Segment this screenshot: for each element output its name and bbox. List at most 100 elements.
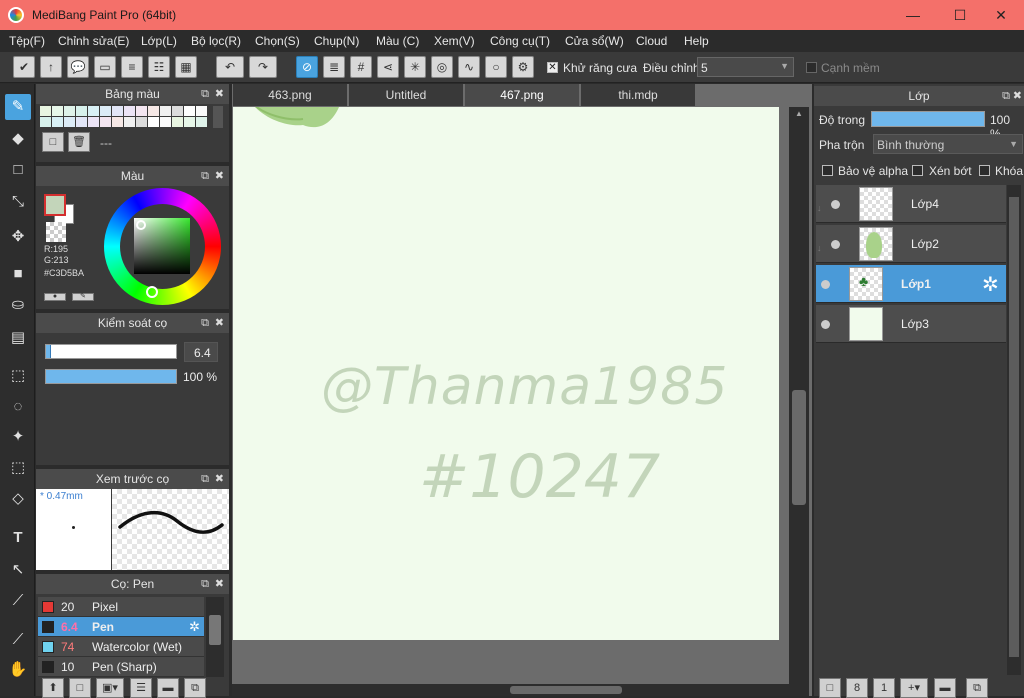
palette-swatch[interactable] [136,106,147,116]
layer-row-active[interactable]: ♣ Lớp1 ✲ [816,265,1006,303]
snap-off-icon[interactable]: ⊘ [296,56,318,78]
palette-swatch[interactable] [88,117,99,127]
palette-swatch[interactable] [76,117,87,127]
eye-icon[interactable] [821,320,830,329]
brush-item-pen[interactable]: 6.4 Pen ✲ [38,617,204,637]
soft-edge-checkbox[interactable] [806,62,817,73]
radial-snap-icon[interactable]: ✳ [404,56,426,78]
grid-snap-icon[interactable]: # [350,56,372,78]
layer-list-scrollbar[interactable] [1007,185,1021,675]
brush-item-pen-sharp[interactable]: 10 Pen (Sharp) [38,657,204,677]
dot-brush-tool-icon[interactable]: ⤡ [5,189,31,215]
settings-icon[interactable]: ⚙ [512,56,534,78]
document-icon[interactable]: ≡ [121,56,143,78]
palette-swatch[interactable] [76,106,87,116]
layer-row[interactable]: Lớp3 [816,305,1006,343]
menu-filter[interactable]: Bộ lọc(R) [191,34,241,48]
palette-swatch[interactable] [124,106,135,116]
new-8bit-layer-icon[interactable]: 8 [846,678,868,698]
checklist-icon[interactable]: ☷ [148,56,170,78]
palette-swatch[interactable] [64,106,75,116]
palette-swatch[interactable] [52,117,63,127]
protect-alpha-checkbox[interactable] [822,165,833,176]
palette-swatch[interactable] [148,117,159,127]
gear-icon[interactable]: ✲ [982,272,999,297]
tab-untitled[interactable]: Untitled [349,84,463,106]
eye-icon[interactable] [821,280,830,289]
new-1bit-layer-icon[interactable]: 1 [873,678,895,698]
clipping-checkbox[interactable] [912,165,923,176]
sv-cursor[interactable] [136,220,146,230]
chat-icon[interactable]: ▭ [94,56,116,78]
select-pen-tool-icon[interactable]: ⬚ [5,455,31,481]
palette-swatch[interactable] [172,106,183,116]
hue-wheel[interactable] [104,188,221,305]
popout-icon[interactable]: ⧉ [1002,86,1010,106]
close-icon[interactable]: ✖ [215,166,224,186]
text-tool-icon[interactable]: T [5,525,31,551]
palette-swatch[interactable] [160,117,171,127]
parallel-snap-icon[interactable]: ≣ [323,56,345,78]
layer-row[interactable]: ↓ Lớp4 [816,185,1006,223]
popout-icon[interactable]: ⧉ [201,313,209,333]
move-tool-icon[interactable]: ✥ [5,224,31,250]
palette-swatches[interactable] [40,106,210,128]
comment-icon[interactable]: 💬 [67,56,89,78]
brush-list-scrollbar[interactable] [206,597,224,677]
canvas-vertical-scrollbar[interactable]: ▲ [789,107,809,696]
divide-tool-icon[interactable]: ⟋ [5,588,31,614]
palette-swatch[interactable] [196,106,207,116]
new-layer-icon[interactable]: □ [819,678,841,698]
foreground-color-swatch[interactable] [44,194,66,216]
palette-swatch[interactable] [148,106,159,116]
brush-menu-icon[interactable]: ▣▾ [96,678,124,698]
trash-icon[interactable]: 🗑 [68,132,90,152]
undo-icon[interactable]: ↶ [216,56,244,78]
menu-select[interactable]: Chọn(S) [255,34,300,48]
palette-swatch[interactable] [136,117,147,127]
palette-swatch[interactable] [100,106,111,116]
palette-swatch[interactable] [52,106,63,116]
eye-icon[interactable] [831,240,840,249]
palette-swatch[interactable] [124,117,135,127]
tab-thi[interactable]: thi.mdp [581,84,695,106]
color-eyedrop-button[interactable]: ✎ [72,293,94,301]
rectangle-tool-icon[interactable]: □ [5,157,31,183]
blend-mode-select[interactable]: Bình thường ▼ [873,134,1023,154]
palette-swatch[interactable] [100,117,111,127]
popout-icon[interactable]: ⧉ [201,166,209,186]
antialias-checkbox[interactable]: ✕ [547,62,558,73]
document-canvas[interactable]: @Thanma1985 #10247 [233,107,779,640]
add-brush-icon[interactable]: ⬆ [42,678,64,698]
close-icon[interactable]: ✖ [215,574,224,594]
menu-file[interactable]: Tệp(F) [9,34,45,48]
palette-swatch[interactable] [112,117,123,127]
palette-swatch[interactable] [160,106,171,116]
magic-wand-tool-icon[interactable]: ✦ [5,424,31,450]
curve-snap-icon[interactable]: ∿ [458,56,480,78]
menu-tools[interactable]: Công cụ(T) [490,34,550,48]
menu-cloud[interactable]: Cloud [636,34,667,48]
popout-icon[interactable]: ⧉ [201,84,209,104]
palette-swatch[interactable] [88,106,99,116]
lock-checkbox[interactable] [979,165,990,176]
duplicate-icon[interactable]: ⧉ [184,678,206,698]
palette-swatch[interactable] [184,117,195,127]
canvas-horizontal-scrollbar[interactable] [232,684,789,696]
close-icon[interactable]: ✖ [1013,86,1022,106]
bucket-tool-icon[interactable]: ⛀ [5,292,31,318]
palette-scrollbar[interactable] [213,106,223,128]
palette-swatch[interactable] [40,106,51,116]
eyedropper-tool-icon[interactable]: ⟋ [5,627,31,653]
folder-icon[interactable]: ▬ [157,678,179,698]
adjust-select[interactable]: 5 ▼ [697,57,794,77]
share-icon[interactable]: ↑ [40,56,62,78]
tab-467[interactable]: 467.png [465,84,579,106]
layer-opacity-slider[interactable] [871,111,985,127]
brush-list-scroll-thumb[interactable] [209,615,221,645]
brush-settings-icon[interactable]: ☰ [130,678,152,698]
new-palette-icon[interactable]: □ [42,132,64,152]
popout-icon[interactable]: ⧉ [201,574,209,594]
canvas-vertical-scroll-thumb[interactable] [792,390,806,505]
menu-help[interactable]: Help [684,34,709,48]
